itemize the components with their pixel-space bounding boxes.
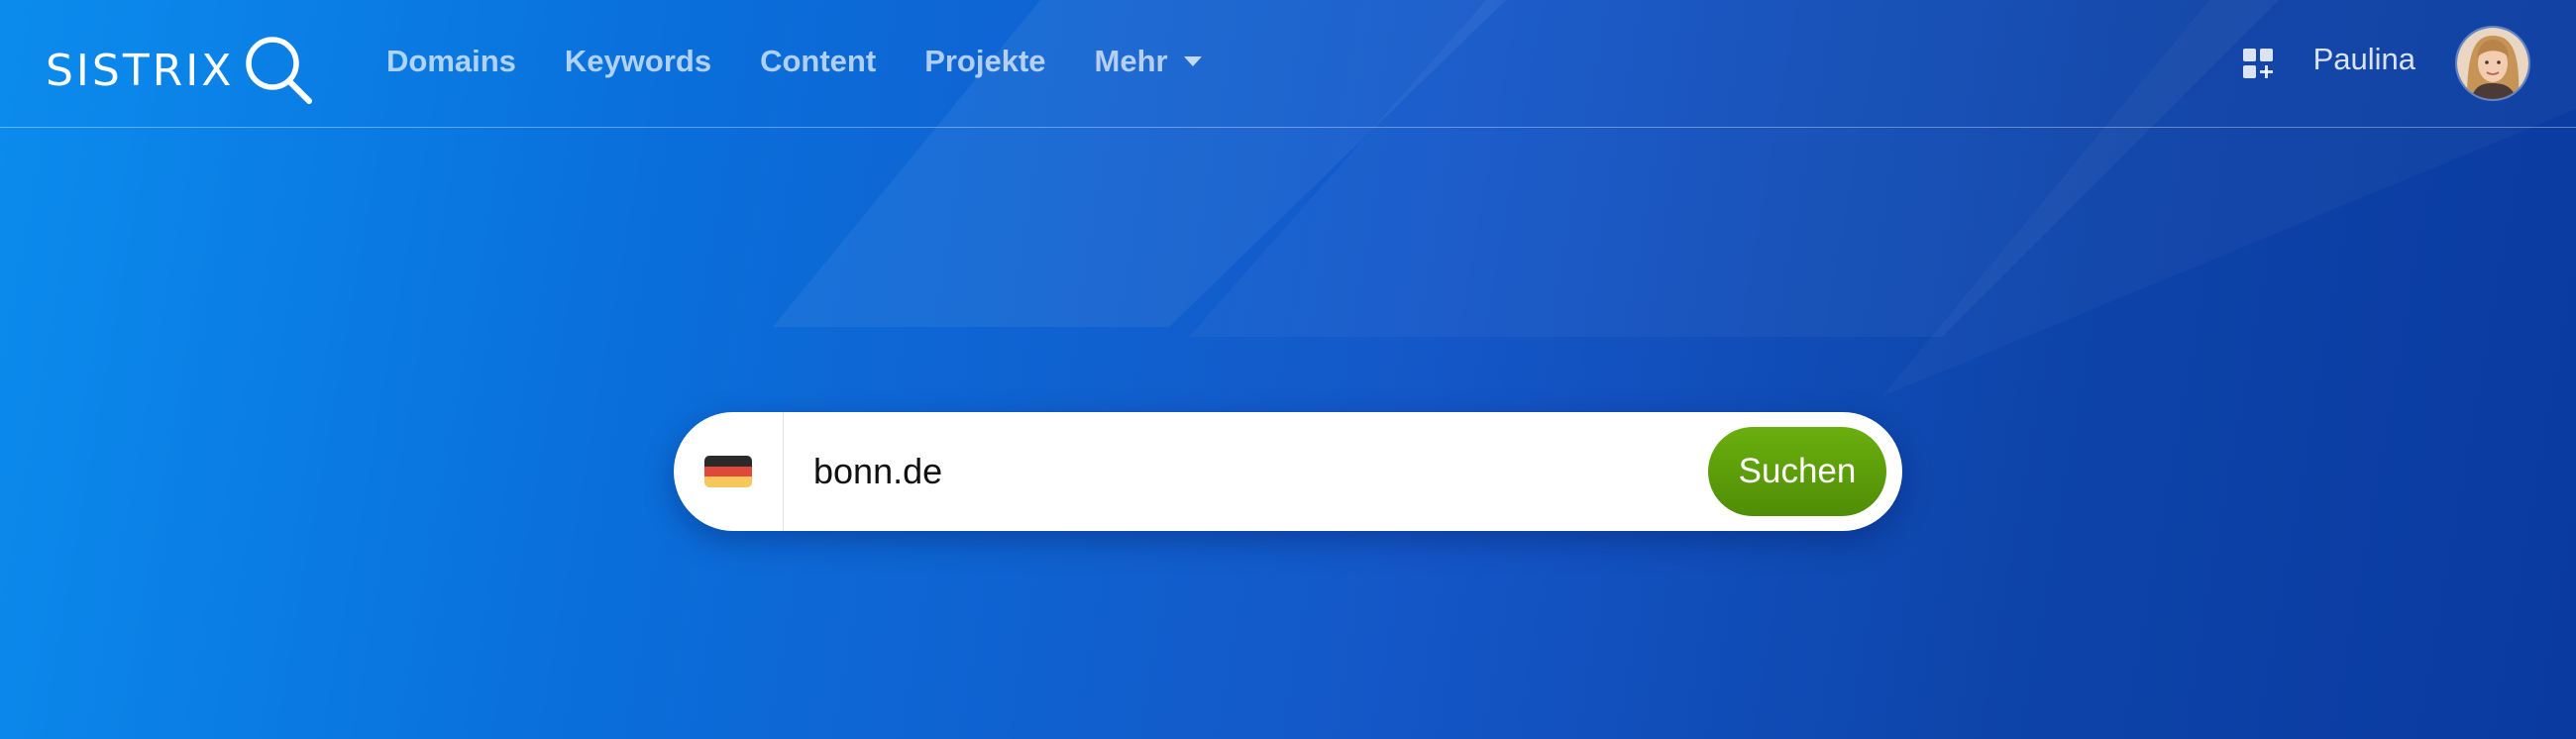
nav-item-label: Mehr: [1094, 44, 1168, 78]
nav-item-label: Projekte: [924, 44, 1046, 78]
logo-text: SISTRIX: [46, 45, 235, 96]
main-nav: Domains Keywords Content Projekte Mehr: [386, 44, 1250, 79]
user-avatar[interactable]: [2455, 26, 2530, 101]
search-button[interactable]: Suchen: [1708, 427, 1886, 516]
user-area: Paulina: [2242, 26, 2530, 101]
nav-item-domains[interactable]: Domains: [386, 44, 516, 79]
domain-search-bar: Suchen: [674, 412, 1902, 531]
nav-item-keywords[interactable]: Keywords: [565, 44, 711, 79]
german-flag-icon: [704, 456, 752, 487]
search-input[interactable]: [784, 441, 1708, 502]
user-name[interactable]: Paulina: [2313, 42, 2415, 77]
nav-item-projekte[interactable]: Projekte: [924, 44, 1045, 79]
country-selector[interactable]: [674, 412, 784, 531]
top-navigation-bar: SISTRIX Domains Keywords Content Projekt…: [0, 0, 2576, 128]
magnifier-icon: [246, 37, 313, 104]
nav-item-mehr-dropdown[interactable]: Mehr: [1095, 44, 1202, 79]
nav-item-content[interactable]: Content: [760, 44, 876, 79]
sistrix-logo[interactable]: SISTRIX: [46, 34, 315, 107]
nav-item-label: Domains: [386, 44, 516, 78]
chevron-down-icon: [1183, 56, 1202, 66]
apps-grid-icon[interactable]: [2242, 48, 2274, 79]
nav-item-label: Content: [760, 44, 877, 78]
nav-item-label: Keywords: [564, 44, 712, 78]
